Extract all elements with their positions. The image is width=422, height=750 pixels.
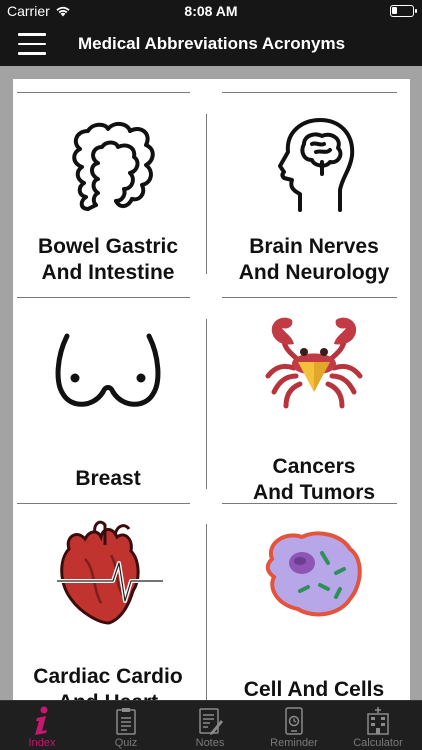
tab-index[interactable]: Index [0, 701, 84, 750]
category-panel: Bowel Gastric And Intestine Brain Nerves… [13, 79, 410, 700]
info-icon [35, 706, 48, 735]
divider [206, 319, 207, 489]
divider [17, 503, 190, 504]
category-label: Cancers And Tumors [252, 455, 376, 504]
tab-quiz[interactable]: Quiz [84, 701, 168, 750]
divider [222, 92, 397, 93]
status-time: 8:08 AM [184, 3, 238, 19]
phone-alarm-icon [285, 707, 303, 735]
category-label: Brain Nerves And Neurology [238, 235, 390, 284]
category-grid-area[interactable]: Bowel Gastric And Intestine Brain Nerves… [0, 66, 422, 700]
category-label: Cell And Cells [243, 678, 385, 700]
navigation-bar: Medical Abbreviations Acronyms [0, 22, 422, 66]
tab-notes[interactable]: Notes [168, 701, 252, 750]
category-card-bowel-gastric[interactable]: Bowel Gastric And Intestine [13, 99, 203, 294]
divider [222, 297, 397, 298]
category-label: Cardiac Cardio And Heart [33, 665, 183, 700]
tab-label: Notes [195, 737, 225, 749]
heart-ecg-icon [57, 520, 163, 625]
tab-reminder[interactable]: Reminder [252, 701, 336, 750]
tab-calculator[interactable]: Calculator [336, 701, 420, 750]
divider [17, 297, 190, 298]
category-card-cardiac-heart[interactable]: Cardiac Cardio And Heart [13, 509, 203, 700]
divider [17, 92, 190, 93]
tab-label: Reminder [270, 737, 318, 749]
clipboard-icon [116, 708, 136, 735]
battery-icon [390, 5, 417, 17]
divider [206, 524, 207, 700]
category-card-cancers-tumors[interactable]: Cancers And Tumors [218, 304, 410, 504]
tab-label: Calculator [353, 737, 403, 749]
intestine-icon [72, 122, 155, 211]
tab-label: Quiz [114, 737, 138, 749]
category-label: Breast [75, 467, 141, 490]
category-card-breast[interactable]: Breast [13, 304, 203, 499]
page-title: Medical Abbreviations Acronyms [78, 34, 346, 53]
status-bar: Carrier 8:08 AM [0, 0, 422, 22]
cell-icon [265, 531, 362, 617]
tab-label: Index [28, 737, 56, 749]
calculator-building-icon [367, 707, 389, 735]
notes-icon [199, 708, 223, 735]
category-label: Bowel Gastric And Intestine [37, 235, 179, 284]
hamburger-menu-button[interactable] [18, 33, 46, 55]
head-brain-icon [278, 118, 355, 212]
category-card-cell[interactable]: Cell And Cells [218, 509, 410, 700]
divider [206, 114, 207, 274]
crab-icon [265, 317, 363, 409]
tab-bar: Index Quiz Notes Reminder Calculator [0, 700, 422, 750]
category-card-brain-nerves[interactable]: Brain Nerves And Neurology [218, 99, 410, 294]
breast-icon [55, 333, 161, 407]
